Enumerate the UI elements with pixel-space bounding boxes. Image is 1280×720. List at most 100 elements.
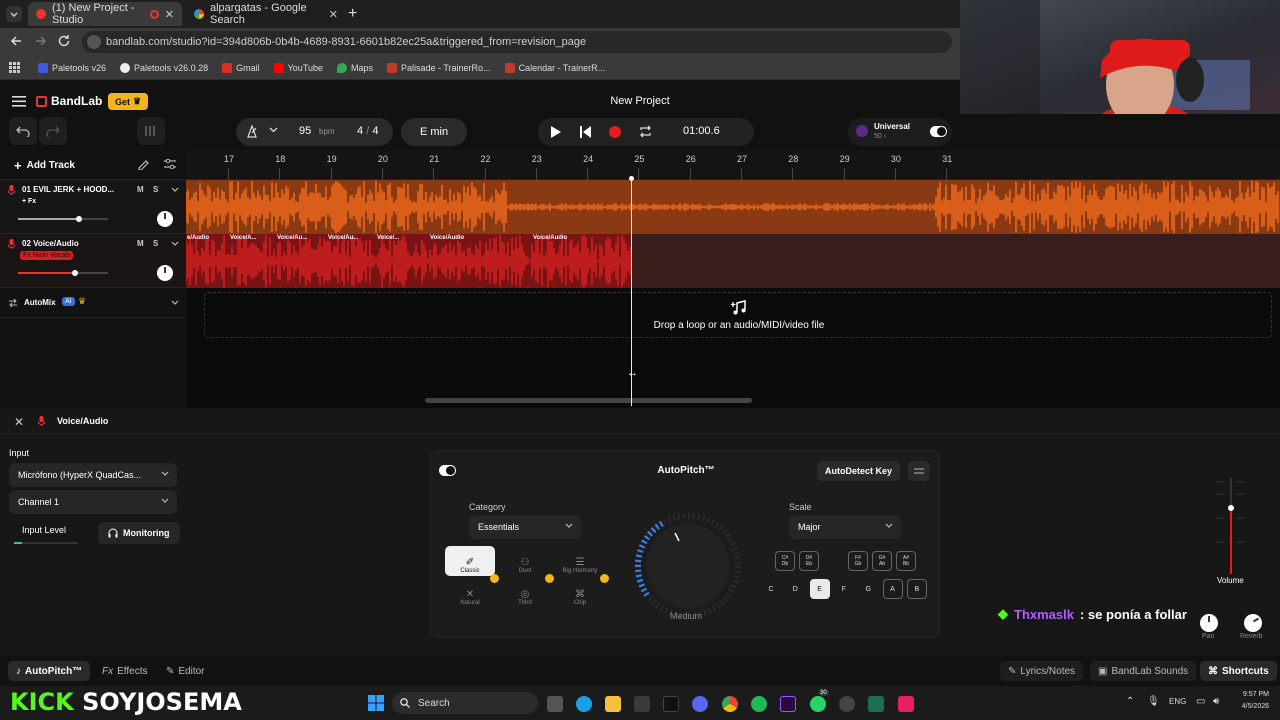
volume-tray-icon[interactable]: 🔊︎	[1213, 696, 1219, 707]
spotify-icon[interactable]	[751, 696, 767, 712]
bookmark-maps[interactable]: Maps	[337, 62, 373, 73]
piano-roll-icon[interactable]	[137, 117, 165, 145]
pan-knob[interactable]	[157, 211, 173, 227]
chevron-down-icon[interactable]	[171, 187, 179, 192]
tab-editor[interactable]: ✎ Editor	[158, 661, 213, 681]
skip-back-icon[interactable]	[580, 126, 591, 138]
tab-autopitch[interactable]: ♪ AutoPitch™	[8, 661, 91, 681]
tab-close-icon[interactable]: ✕	[329, 8, 338, 21]
tiktok-live-icon[interactable]	[898, 696, 914, 712]
drop-zone[interactable]: Drop a loop or an audio/MIDI/video file	[204, 292, 1272, 338]
windows-start-icon[interactable]	[368, 695, 384, 711]
microphone-tray-icon[interactable]: 🎙︎	[1147, 696, 1160, 707]
mute-button[interactable]: M	[137, 185, 144, 194]
back-icon[interactable]	[9, 34, 23, 48]
track-2-clips[interactable]: e/Audio Voice/A... Voice/Au... Voice/Au... V…	[186, 234, 632, 288]
menu-icon[interactable]	[12, 96, 26, 107]
clock-time[interactable]: 9:57 PM	[1237, 691, 1269, 698]
reload-icon[interactable]	[57, 34, 71, 48]
settings-sliders-icon[interactable]	[908, 461, 930, 481]
tab-close-icon[interactable]: ✕	[165, 8, 174, 21]
accidental-key[interactable]: F# Gb	[848, 551, 868, 571]
bookmark-gmail[interactable]: Gmail	[222, 62, 260, 73]
volume-fader[interactable]	[1213, 478, 1249, 574]
project-title[interactable]: New Project	[500, 95, 780, 107]
channel-select[interactable]: Channel 1	[9, 490, 177, 514]
preset-chip[interactable]: ⌘ Chip	[555, 574, 609, 608]
pan-knob[interactable]	[157, 265, 173, 281]
key-button[interactable]: E min	[401, 118, 467, 146]
volume-slider[interactable]	[18, 270, 108, 276]
url-field[interactable]: bandlab.com/studio?id=394d806b-0b4b-4689…	[82, 31, 952, 53]
preset-natural[interactable]: ✕ Natural	[445, 574, 499, 608]
scale-select[interactable]: Major	[789, 515, 901, 539]
premiere-icon[interactable]	[780, 696, 796, 712]
redo-button[interactable]	[39, 117, 67, 145]
chevron-down-icon[interactable]	[171, 300, 179, 305]
key-f[interactable]: F	[834, 579, 854, 599]
key-e[interactable]: E	[809, 579, 830, 599]
forward-icon[interactable]	[34, 34, 48, 48]
solo-button[interactable]: S	[153, 239, 158, 248]
preset-third[interactable]: ◎ Third	[500, 574, 554, 608]
apps-grid-icon[interactable]	[9, 62, 20, 73]
shortcuts-button[interactable]: ⌘ Shortcuts	[1200, 661, 1277, 681]
bandlab-logo[interactable]: BandLab	[36, 94, 102, 108]
terminal-icon[interactable]	[868, 696, 884, 712]
site-info-icon[interactable]	[87, 35, 101, 49]
new-tab-button[interactable]: +	[348, 5, 357, 23]
tab-google[interactable]: alpargatas - Google Search ✕	[186, 2, 346, 26]
accidental-key[interactable]: D# Eb	[799, 551, 819, 571]
record-icon[interactable]	[609, 126, 621, 138]
automix-row[interactable]: AutoMix AI ♛	[0, 288, 186, 318]
bookmark-calendar[interactable]: Calendar - TrainerR...	[504, 62, 605, 73]
accidental-key[interactable]: C# Db	[775, 551, 795, 571]
tiktok-icon[interactable]	[663, 696, 679, 712]
preset-big-harmony[interactable]: ☰ Big Harmony	[555, 546, 605, 576]
clock-date[interactable]: 4/5/2026	[1235, 703, 1269, 710]
pencil-tool-icon[interactable]	[137, 158, 149, 170]
language-indicator[interactable]: ENG	[1169, 697, 1186, 706]
tab-studio[interactable]: (1) New Project - Studio ✕	[28, 2, 182, 26]
amount-knob[interactable]	[633, 511, 743, 621]
input-device-select[interactable]: Micrófono (HyperX QuadCas...	[9, 463, 177, 487]
accidental-key[interactable]: G# Ab	[872, 551, 892, 571]
lyrics-notes-button[interactable]: ✎ Lyrics/Notes	[1000, 661, 1084, 681]
close-icon[interactable]: ✕	[14, 415, 24, 429]
chevron-down-icon[interactable]	[269, 127, 278, 133]
play-icon[interactable]	[550, 126, 561, 138]
timeline-ruler[interactable]: 17 18 19 20 21 22 23 24 25 26 27 28 29 30 31	[186, 150, 1280, 180]
playhead[interactable]	[629, 176, 634, 406]
get-button[interactable]: Get ♛	[108, 93, 149, 110]
tray-chevron-icon[interactable]: ⌃	[1126, 696, 1134, 707]
monitoring-button[interactable]: Monitoring	[98, 522, 180, 544]
universal-toggle[interactable]	[930, 126, 947, 137]
key-g[interactable]: G	[858, 579, 878, 599]
tab-list-button[interactable]	[6, 6, 22, 22]
track-fx-label[interactable]: + Fx	[22, 198, 36, 205]
bookmark-paletools[interactable]: Paletools v26	[38, 62, 106, 73]
store-icon[interactable]	[634, 696, 650, 712]
mute-button[interactable]: M	[137, 239, 144, 248]
undo-button[interactable]	[9, 117, 37, 145]
track-settings-icon[interactable]	[164, 159, 176, 169]
app-icon[interactable]	[839, 696, 855, 712]
pan-knob[interactable]	[1200, 614, 1218, 632]
file-explorer-icon[interactable]	[605, 696, 621, 712]
bookmark-palisade[interactable]: Palisade - TrainerRo...	[387, 62, 491, 73]
track-header-2[interactable]: 02 Voice/Audio Fx Main Vocals M S	[0, 234, 186, 288]
chevron-down-icon[interactable]	[171, 241, 179, 246]
bookmark-youtube[interactable]: YouTube	[273, 62, 323, 73]
task-view-icon[interactable]	[547, 696, 563, 712]
autodetect-key-button[interactable]: AutoDetect Key	[817, 461, 901, 481]
metronome-icon[interactable]	[246, 125, 258, 138]
key-c[interactable]: C	[761, 579, 781, 599]
track-1-region[interactable]	[186, 180, 1280, 234]
category-select[interactable]: Essentials	[469, 515, 581, 539]
bookmark-paletools-2[interactable]: Paletools v26.0.28	[120, 62, 208, 73]
time-signature[interactable]: 4 / 4	[357, 125, 378, 137]
whatsapp-icon[interactable]: 30	[810, 690, 829, 712]
preset-classic[interactable]: ✐ Classic	[445, 546, 495, 576]
key-a[interactable]: A	[882, 579, 903, 599]
accidental-key[interactable]: A# Bb	[896, 551, 916, 571]
